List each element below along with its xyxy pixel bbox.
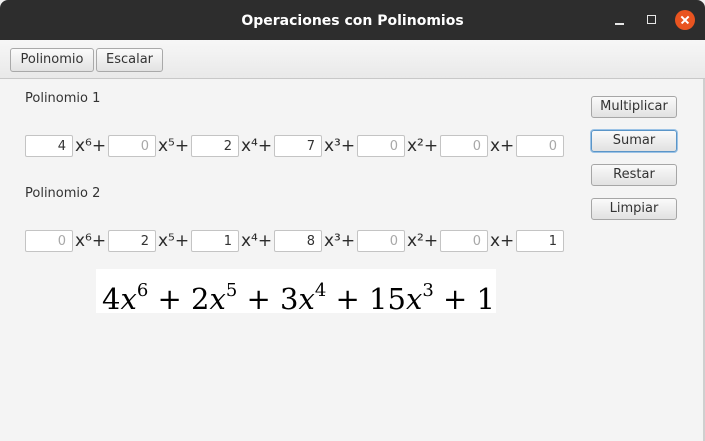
result-coefficient: 1 <box>476 282 495 316</box>
poly1-term-label: x⁵+ <box>158 136 190 156</box>
app-window: Operaciones con Polinomios Polinomio Esc… <box>0 0 705 441</box>
poly2-term-label: x⁵+ <box>158 231 190 251</box>
poly1-coef-input-5[interactable] <box>440 135 488 157</box>
poly1-coef-input-3[interactable] <box>274 135 322 157</box>
window-title: Operaciones con Polinomios <box>241 13 464 29</box>
result-coefficient: 4 <box>102 282 121 316</box>
poly2-coef-input-3[interactable] <box>274 230 322 252</box>
poly2-term-label: x³+ <box>324 231 356 251</box>
poly2-label: Polinomio 2 <box>25 186 101 201</box>
restar-button[interactable]: Restar <box>591 164 677 186</box>
poly1-label: Polinomio 1 <box>25 91 101 106</box>
poly2-coef-input-1[interactable] <box>108 230 156 252</box>
result-coefficient: 15 <box>369 282 406 316</box>
poly1-term-label: x³+ <box>324 136 356 156</box>
result-coefficient: 3 <box>280 282 299 316</box>
poly2-coef-input-4[interactable] <box>357 230 405 252</box>
poly1-coef-input-1[interactable] <box>108 135 156 157</box>
limpiar-button[interactable]: Limpiar <box>591 198 677 220</box>
poly1-term-label: x⁴+ <box>241 136 273 156</box>
result-formula: 4x6 + 2x5 + 3x4 + 15x3 + 1 <box>96 269 496 316</box>
result-operator: + <box>433 282 477 316</box>
result-variable: x <box>120 282 137 316</box>
poly2-term-label: x⁶+ <box>75 231 107 251</box>
main-panel: Polinomio 1 x⁶+x⁵+x⁴+x³+x²+x+ Polinomio … <box>0 79 705 441</box>
poly2-term-label: x+ <box>490 231 515 251</box>
result-variable: x <box>405 282 423 316</box>
escalar-tab-button[interactable]: Escalar <box>96 48 163 72</box>
poly2-term-label: x²+ <box>407 231 439 251</box>
toolbar: Polinomio Escalar <box>0 40 705 79</box>
poly1-coef-input-6[interactable] <box>516 135 564 157</box>
poly1-coef-input-2[interactable] <box>191 135 239 157</box>
result-exponent: 4 <box>314 280 327 301</box>
poly1-term-label: x+ <box>490 136 515 156</box>
maximize-icon[interactable] <box>642 10 662 30</box>
close-icon[interactable] <box>675 10 695 30</box>
result-operator: + <box>326 282 370 316</box>
result-variable: x <box>209 282 226 316</box>
poly1-term-label: x²+ <box>407 136 439 156</box>
poly2-term-label: x⁴+ <box>241 231 273 251</box>
result-exponent: 3 <box>422 280 434 301</box>
minimize-icon[interactable] <box>610 10 630 30</box>
poly1-term-label: x⁶+ <box>75 136 107 156</box>
result-exponent: 5 <box>225 280 238 301</box>
result-operator: + <box>237 282 281 316</box>
multiplicar-button[interactable]: Multiplicar <box>591 96 677 118</box>
result-operator: + <box>148 282 192 316</box>
sumar-button[interactable]: Sumar <box>591 130 677 152</box>
poly1-coef-input-0[interactable] <box>25 135 73 157</box>
poly2-coef-input-2[interactable] <box>191 230 239 252</box>
result-exponent: 6 <box>136 280 149 301</box>
poly2-coef-input-0[interactable] <box>25 230 73 252</box>
result-coefficient: 2 <box>191 282 210 316</box>
result-variable: x <box>298 282 315 316</box>
poly1-coef-input-4[interactable] <box>357 135 405 157</box>
title-bar: Operaciones con Polinomios <box>0 0 705 40</box>
poly2-coef-input-5[interactable] <box>440 230 488 252</box>
poly2-coef-input-6[interactable] <box>516 230 564 252</box>
polinomio-tab-button[interactable]: Polinomio <box>10 48 94 72</box>
